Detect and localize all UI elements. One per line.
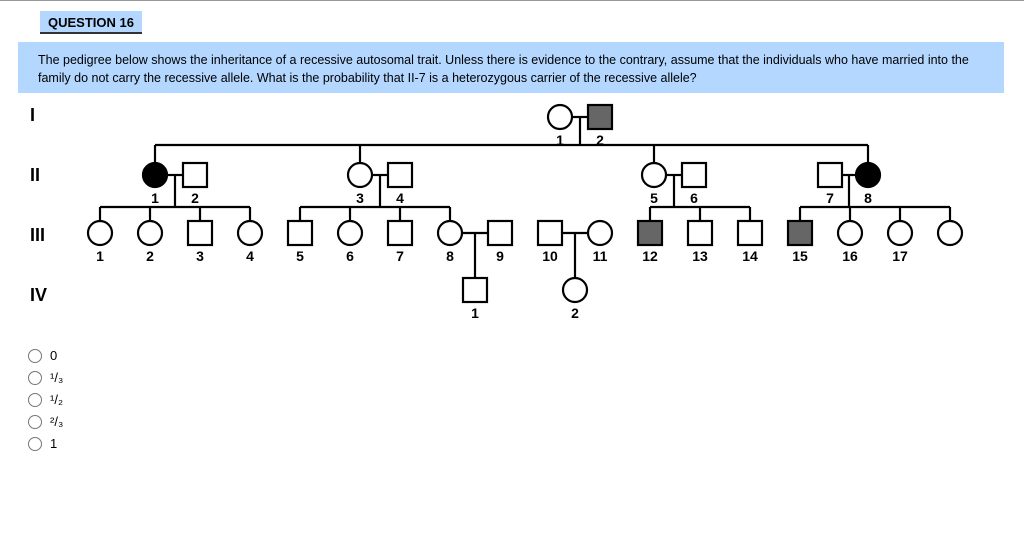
svg-text:2: 2 xyxy=(146,248,154,264)
radio-d[interactable] xyxy=(28,415,42,429)
svg-text:2: 2 xyxy=(571,305,579,321)
generation-label-4: IV xyxy=(30,285,47,306)
svg-text:17: 17 xyxy=(892,248,908,264)
svg-text:3: 3 xyxy=(356,190,364,206)
answer-option-a[interactable]: 0 xyxy=(28,348,1024,363)
svg-text:7: 7 xyxy=(396,248,404,264)
svg-text:1: 1 xyxy=(471,305,479,321)
answer-option-c[interactable]: ¹/₂ xyxy=(28,392,1024,407)
svg-text:8: 8 xyxy=(864,190,872,206)
svg-text:15: 15 xyxy=(792,248,808,264)
svg-text:5: 5 xyxy=(650,190,658,206)
radio-b[interactable] xyxy=(28,371,42,385)
generation-label-2: II xyxy=(30,165,40,186)
svg-text:1: 1 xyxy=(151,190,159,206)
svg-text:12: 12 xyxy=(642,248,658,264)
answer-label-d[interactable]: ²/₃ xyxy=(50,414,63,429)
pedigree-diagram: I II III IV .shape { stroke:#000; stroke… xyxy=(30,103,970,333)
svg-text:7: 7 xyxy=(826,190,834,206)
generation-label-3: III xyxy=(30,225,45,246)
svg-text:11: 11 xyxy=(593,248,608,264)
answer-options: 0 ¹/₃ ¹/₂ ²/₃ 1 xyxy=(28,348,1024,478)
svg-text:8: 8 xyxy=(446,248,454,264)
answer-option-d[interactable]: ²/₃ xyxy=(28,414,1024,429)
generation-label-1: I xyxy=(30,105,35,126)
svg-text:16: 16 xyxy=(842,248,858,264)
svg-text:4: 4 xyxy=(246,248,254,264)
svg-text:5: 5 xyxy=(296,248,304,264)
svg-text:14: 14 xyxy=(742,248,758,264)
svg-text:4: 4 xyxy=(396,190,404,206)
answer-label-b[interactable]: ¹/₃ xyxy=(50,370,63,385)
svg-text:9: 9 xyxy=(496,248,504,264)
answer-option-e[interactable]: 1 xyxy=(28,436,1024,451)
answer-option-b[interactable]: ¹/₃ xyxy=(28,370,1024,385)
svg-text:13: 13 xyxy=(692,248,708,264)
svg-text:6: 6 xyxy=(346,248,354,264)
pedigree-svg: .shape { stroke:#000; stroke-width:2.2; … xyxy=(30,103,970,333)
radio-a[interactable] xyxy=(28,349,42,363)
svg-text:2: 2 xyxy=(191,190,199,206)
answer-label-e[interactable]: 1 xyxy=(50,436,57,451)
radio-e[interactable] xyxy=(28,437,42,451)
svg-text:1: 1 xyxy=(96,248,104,264)
svg-text:3: 3 xyxy=(196,248,204,264)
answer-label-c[interactable]: ¹/₂ xyxy=(50,392,63,407)
question-text: The pedigree below shows the inheritance… xyxy=(18,42,1004,93)
radio-c[interactable] xyxy=(28,393,42,407)
question-heading: QUESTION 16 xyxy=(40,11,142,34)
svg-text:10: 10 xyxy=(542,248,558,264)
answer-label-a[interactable]: 0 xyxy=(50,348,57,363)
svg-text:6: 6 xyxy=(690,190,698,206)
